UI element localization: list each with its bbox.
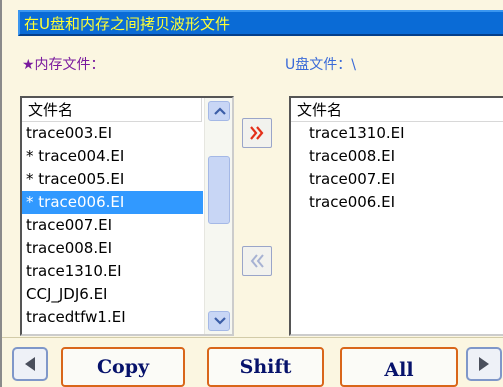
scroll-down-button[interactable] [208,311,230,331]
list-item[interactable]: CCJ_JDJ6.EI [22,283,203,306]
list-item[interactable]: trace008.EI [22,237,203,260]
memory-file-rows: trace003.EI * trace004.EI * trace005.EI … [22,122,203,329]
udisk-file-rows: trace1310.EI trace008.EI trace007.EI tra… [291,122,405,214]
memory-files-label: ★内存文件： [22,57,105,73]
dialog-title: 在U盘和内存之间拷贝波形文件 [24,15,230,33]
list-item[interactable]: * trace004.EI [22,145,203,168]
bottom-toolbar: Copy Shift All [2,337,503,387]
scroll-up-button[interactable] [208,101,230,121]
list-item[interactable]: trace1310.EI [22,260,203,283]
move-to-memory-button[interactable] [242,246,272,276]
chevron-up-icon [214,107,226,115]
memory-file-list[interactable]: 文件名 trace003.EI * trace004.EI * trace005… [20,96,234,336]
list-item[interactable]: tracedtfw1.EI [22,306,203,329]
double-chevron-left-icon [250,254,264,268]
triangle-right-icon [479,357,489,371]
double-chevron-right-icon [250,126,264,140]
scroll-thumb[interactable] [208,156,230,224]
shift-button[interactable]: Shift [207,347,324,387]
next-button[interactable] [466,347,502,381]
select-all-button[interactable]: All [340,347,458,387]
udisk-files-label: U盘文件：\ [285,57,356,73]
list-item[interactable]: trace1310.EI [291,122,405,145]
udisk-file-list[interactable]: 文件名 trace1310.EI trace008.EI trace007.EI… [289,96,503,336]
move-to-udisk-button[interactable] [242,118,272,148]
column-header-filename[interactable]: 文件名 [22,98,202,122]
title-bar: 在U盘和内存之间拷贝波形文件 [18,10,503,36]
list-item[interactable]: trace007.EI [22,214,203,237]
list-item[interactable]: trace006.EI [291,191,405,214]
triangle-left-icon [25,357,35,371]
list-item[interactable]: trace008.EI [291,145,405,168]
list-item[interactable]: * trace005.EI [22,168,203,191]
column-header-filename[interactable]: 文件名 [291,98,503,122]
copy-button[interactable]: Copy [61,347,185,387]
chevron-down-icon [214,317,226,325]
vertical-scrollbar[interactable] [204,98,232,334]
file-copy-dialog: 在U盘和内存之间拷贝波形文件 ★内存文件： U盘文件：\ 文件名 trace00… [0,0,503,387]
list-item-selected[interactable]: * trace006.EI [22,191,203,214]
previous-button[interactable] [12,347,48,381]
list-item[interactable]: trace003.EI [22,122,203,145]
list-item[interactable]: trace007.EI [291,168,405,191]
